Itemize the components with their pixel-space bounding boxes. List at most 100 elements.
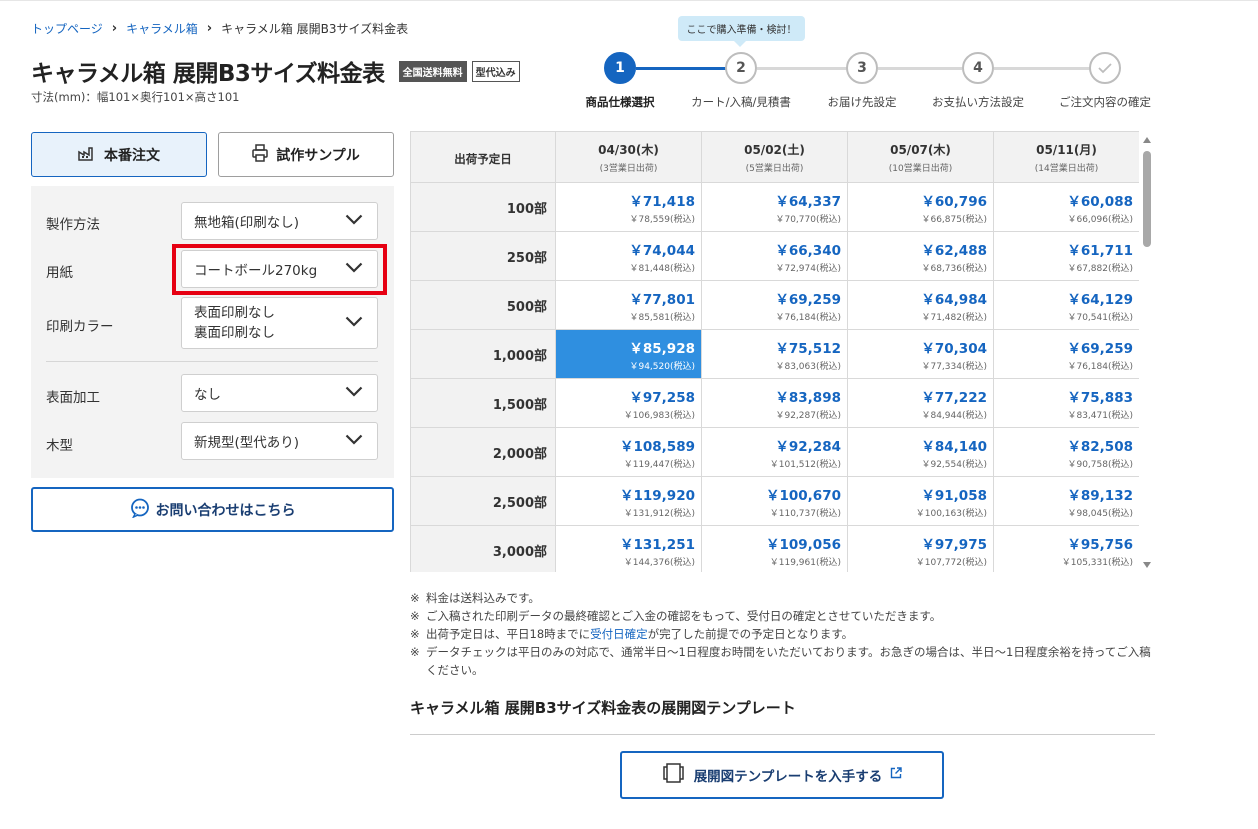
breadcrumb-current: キャラメル箱 展開B3サイズ料金表 <box>221 22 409 36</box>
price-cell[interactable]: ￥64,337 ￥70,770(税込) <box>701 182 848 232</box>
price-cell[interactable]: ￥71,418 ￥78,559(税込) <box>555 182 702 232</box>
note-item: ※ 料金は送料込みです。 <box>410 591 540 605</box>
chevron-down-icon <box>345 213 363 229</box>
date-column-header: 05/07(木) (10営業日出荷) <box>847 131 994 183</box>
print-color-value: 表面印刷なし 裏面印刷なし <box>194 303 275 343</box>
step-3-circle[interactable]: 3 <box>846 52 878 84</box>
price-cell[interactable]: ￥92,284 ￥101,512(税込) <box>701 427 848 477</box>
price-cell[interactable]: ￥60,088 ￥66,096(税込) <box>993 182 1140 232</box>
step-1-circle[interactable]: 1 <box>604 52 636 84</box>
sample-order-tab[interactable]: 試作サンプル <box>218 132 394 177</box>
page-title: キャラメル箱 展開B3サイズ料金表 <box>31 61 385 87</box>
sample-order-label: 試作サンプル <box>276 147 360 164</box>
step-5-check-icon[interactable] <box>1089 52 1121 84</box>
price-cell[interactable]: ￥74,044 ￥81,448(税込) <box>555 231 702 281</box>
price-cell[interactable]: ￥75,883 ￥83,471(税込) <box>993 378 1140 428</box>
price-cell[interactable]: ￥82,508 ￥90,758(税込) <box>993 427 1140 477</box>
price-cell[interactable]: ￥89,132 ￥98,045(税込) <box>993 476 1140 526</box>
table-row: 500部 ￥77,801 ￥85,581(税込) ￥69,259 ￥76,184(税… <box>410 280 1140 330</box>
section-divider <box>410 734 1155 735</box>
dimensions-text: 寸法(mm)：幅101×奥行101×高さ101 <box>31 90 240 104</box>
price-cell[interactable]: ￥108,589 ￥119,447(税込) <box>555 427 702 477</box>
die-label: 木型 <box>46 438 73 454</box>
price-cell[interactable]: ￥119,920 ￥131,912(税込) <box>555 476 702 526</box>
price-cell[interactable]: ￥69,259 ￥76,184(税込) <box>701 280 848 330</box>
chat-bubble-icon <box>130 498 150 522</box>
quantity-cell: 2,000部 <box>410 427 556 477</box>
price-cell[interactable]: ￥69,259 ￥76,184(税込) <box>993 329 1140 379</box>
step-connector-2 <box>757 67 847 70</box>
price-cell[interactable]: ￥109,056 ￥119,961(税込) <box>701 525 848 572</box>
get-template-button[interactable]: 展開図テンプレートを入手する <box>620 751 944 799</box>
step-4-circle[interactable]: 4 <box>962 52 994 84</box>
quantity-cell: 3,000部 <box>410 525 556 572</box>
price-cell[interactable]: ￥64,984 ￥71,482(税込) <box>847 280 994 330</box>
selected-price-cell[interactable]: ￥85,928 ￥94,520(税込) <box>555 329 702 379</box>
price-cell[interactable]: ￥64,129 ￥70,541(税込) <box>993 280 1140 330</box>
chevron-right-icon: › <box>206 21 213 36</box>
breadcrumb-link-top[interactable]: トップページ <box>31 20 103 37</box>
die-select[interactable]: 新規型(型代あり) <box>181 422 378 460</box>
paper-label: 用紙 <box>46 265 73 281</box>
table-scrollbar[interactable] <box>1139 131 1155 572</box>
step-connector-3 <box>878 67 962 70</box>
price-cell[interactable]: ￥83,898 ￥92,287(税込) <box>701 378 848 428</box>
price-cell[interactable]: ￥91,058 ￥100,163(税込) <box>847 476 994 526</box>
price-cell[interactable]: ￥70,304 ￥77,334(税込) <box>847 329 994 379</box>
stepper-tooltip: ここで購入準備・検討！ <box>678 16 805 47</box>
production-order-label: 本番注文 <box>104 147 160 164</box>
front-print-value: 表面印刷なし <box>194 305 275 321</box>
price-cell[interactable]: ￥61,711 ￥67,882(税込) <box>993 231 1140 281</box>
contact-button[interactable]: お問い合わせはこちら <box>31 487 394 532</box>
price-cell[interactable]: ￥75,512 ￥83,063(税込) <box>701 329 848 379</box>
finish-select[interactable]: なし <box>181 374 378 412</box>
step-5-label: ご注文内容の確定 <box>1059 95 1151 109</box>
template-section-title: キャラメル箱 展開B3サイズ料金表の展開図テンプレート <box>410 699 796 717</box>
note-item: ※ データチェックは平日のみの対応で、通常半日〜1日程度お時間をいただいております… <box>410 645 1151 677</box>
quantity-cell: 250部 <box>410 231 556 281</box>
price-cell[interactable]: ￥62,488 ￥68,736(税込) <box>847 231 994 281</box>
production-order-tab[interactable]: 本番注文 <box>31 132 207 177</box>
price-cell[interactable]: ￥60,796 ￥66,875(税込) <box>847 182 994 232</box>
table-row: 1,000部 ￥85,928 ￥94,520(税込) ￥75,512 ￥83,063… <box>410 329 1140 379</box>
step-1-label: 商品仕様選択 <box>585 95 655 109</box>
step-connector-4 <box>994 67 1090 70</box>
chevron-down-icon <box>345 433 363 449</box>
price-cell[interactable]: ￥77,222 ￥84,944(税込) <box>847 378 994 428</box>
chevron-right-icon: › <box>111 21 118 36</box>
price-table: 出荷予定日 04/30(木) (3営業日出荷) 05/02(土) (5営業日出荷) … <box>410 131 1140 572</box>
price-cell[interactable]: ￥97,975 ￥107,772(税込) <box>847 525 994 572</box>
breadcrumb-link-caramel-box[interactable]: キャラメル箱 <box>126 20 198 37</box>
external-link-icon <box>890 767 902 783</box>
price-cell[interactable]: ￥77,801 ￥85,581(税込) <box>555 280 702 330</box>
step-2-circle[interactable]: 2 <box>725 52 757 84</box>
paper-highlight-box <box>172 244 387 295</box>
date-column-header: 05/02(土) (5営業日出荷) <box>701 131 848 183</box>
scroll-up-arrow-icon[interactable] <box>1143 137 1151 143</box>
table-row: 1,500部 ￥97,258 ￥106,983(税込) ￥83,898 ￥92,28… <box>410 378 1140 428</box>
table-row: 3,000部 ￥131,251 ￥144,376(税込) ￥109,056 ￥119… <box>410 525 1140 572</box>
top-border <box>0 0 1258 4</box>
quantity-cell: 1,000部 <box>410 329 556 379</box>
title-row: キャラメル箱 展開B3サイズ料金表 全国送料無料 型代込み <box>31 54 520 88</box>
price-cell[interactable]: ￥66,340 ￥72,974(税込) <box>701 231 848 281</box>
step-3-label: お届け先設定 <box>827 95 897 109</box>
note-item: ※ 出荷予定日は、平日18時までに受付日確定が完了した前提での予定日となります。 <box>410 627 854 641</box>
finish-value: なし <box>194 387 221 403</box>
get-template-label: 展開図テンプレートを入手する <box>693 769 883 785</box>
price-cell[interactable]: ￥131,251 ￥144,376(税込) <box>555 525 702 572</box>
scroll-thumb[interactable] <box>1143 151 1151 247</box>
document-icon <box>662 762 686 788</box>
price-cell[interactable]: ￥100,670 ￥110,737(税込) <box>701 476 848 526</box>
price-cell[interactable]: ￥95,756 ￥105,331(税込) <box>993 525 1140 572</box>
print-color-select[interactable]: 表面印刷なし 裏面印刷なし <box>181 297 378 349</box>
notes-list: ※ 料金は送料込みです。 ※ ご入稿された印刷データの最終確認とご入金の確認をもって… <box>410 589 1155 679</box>
scroll-down-arrow-icon[interactable] <box>1143 562 1151 568</box>
acceptance-date-link[interactable]: 受付日確定 <box>590 627 648 641</box>
price-cell[interactable]: ￥97,258 ￥106,983(税込) <box>555 378 702 428</box>
price-cell[interactable]: ￥84,140 ￥92,554(税込) <box>847 427 994 477</box>
printer-icon <box>252 143 268 166</box>
table-row: 2,500部 ￥119,920 ￥131,912(税込) ￥100,670 ￥110… <box>410 476 1140 526</box>
quantity-cell: 100部 <box>410 182 556 232</box>
method-select[interactable]: 無地箱(印刷なし) <box>181 202 378 240</box>
